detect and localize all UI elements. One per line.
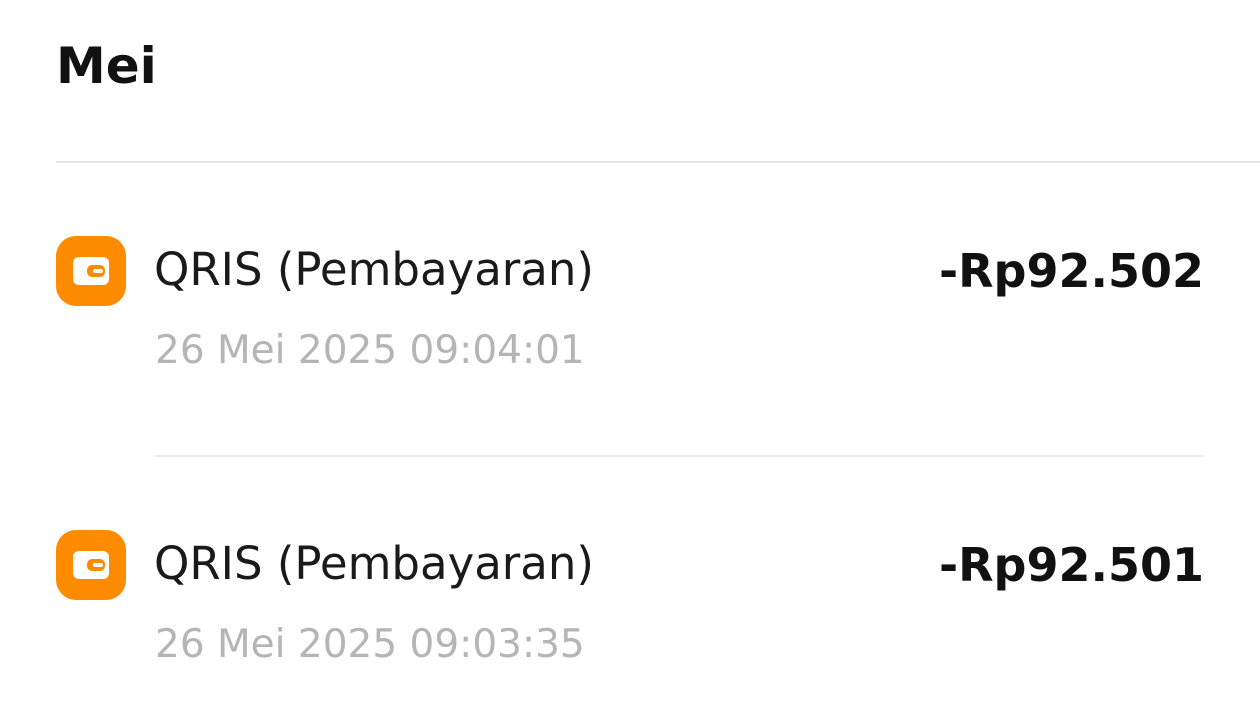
month-header: Mei bbox=[56, 37, 157, 95]
transaction-datetime: 26 Mei 2025 09:03:35 bbox=[155, 622, 585, 667]
transaction-title: QRIS (Pembayaran) bbox=[154, 537, 594, 590]
wallet-icon bbox=[56, 530, 126, 600]
transaction-datetime: 26 Mei 2025 09:04:01 bbox=[155, 328, 585, 373]
transaction-amount: -Rp92.501 bbox=[939, 538, 1204, 592]
row-divider bbox=[155, 455, 1204, 457]
section-divider bbox=[56, 161, 1260, 163]
transaction-amount: -Rp92.502 bbox=[939, 244, 1204, 298]
transaction-row[interactable]: QRIS (Pembayaran) 26 Mei 2025 09:03:35 -… bbox=[0, 504, 1260, 704]
transaction-title: QRIS (Pembayaran) bbox=[154, 243, 594, 296]
transaction-row[interactable]: QRIS (Pembayaran) 26 Mei 2025 09:04:01 -… bbox=[0, 210, 1260, 410]
wallet-icon bbox=[56, 236, 126, 306]
